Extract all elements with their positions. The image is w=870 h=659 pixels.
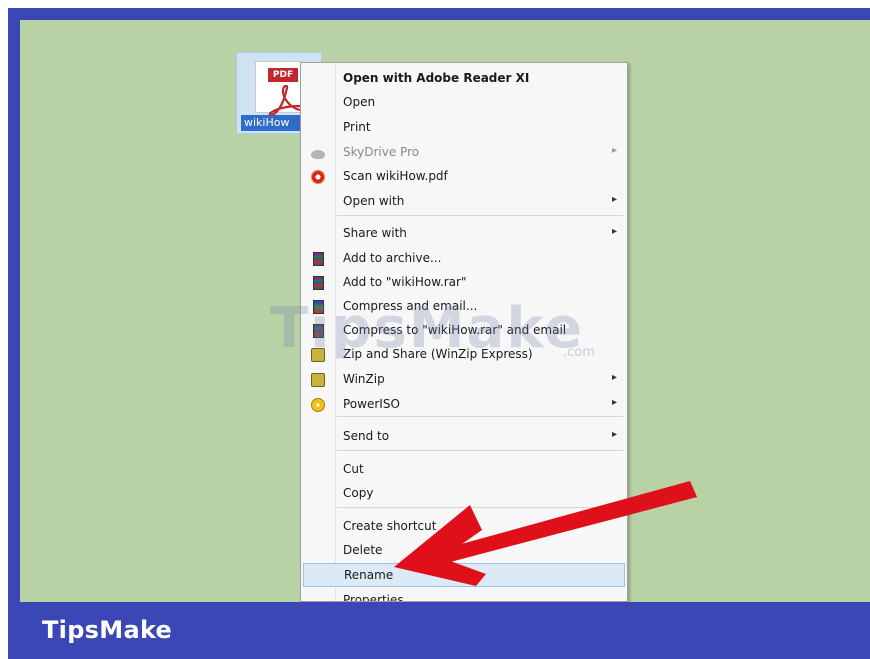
- menu-item-label: Send to: [343, 429, 390, 443]
- menu-item-label: Open with: [343, 194, 405, 208]
- menu-item-open[interactable]: Open: [303, 91, 625, 115]
- poweriso-icon: [311, 398, 325, 412]
- menu-item-add-to-wikihow-rar[interactable]: Add to "wikiHow.rar": [303, 271, 625, 295]
- menu-item-properties[interactable]: Properties: [303, 589, 625, 602]
- menu-item-label: Create shortcut: [343, 519, 437, 533]
- footer-brand-logo: TipsMake: [42, 616, 173, 644]
- submenu-arrow-icon: ▸: [611, 226, 617, 237]
- menu-item-rename[interactable]: Rename: [303, 563, 625, 587]
- menu-item-share-with[interactable]: Share with ▸: [303, 222, 625, 246]
- menu-item-poweriso[interactable]: PowerISO ▸: [303, 393, 625, 417]
- menu-item-copy[interactable]: Copy: [303, 482, 625, 506]
- scan-icon: [311, 170, 325, 184]
- menu-item-label: Add to archive...: [343, 251, 442, 265]
- pdf-file-icon: PDF: [255, 61, 306, 116]
- pdf-badge: PDF: [268, 68, 298, 82]
- menu-item-label: Delete: [343, 543, 383, 557]
- menu-item-create-shortcut[interactable]: Create shortcut: [303, 515, 625, 539]
- menu-item-label: Copy: [343, 486, 374, 500]
- screenshot-frame: PDF wikiHow Open with Adobe Reader XI Ope…: [0, 0, 870, 659]
- submenu-arrow-icon: ▸: [611, 372, 617, 383]
- menu-separator: [337, 450, 623, 451]
- menu-item-label: Add to "wikiHow.rar": [343, 275, 467, 289]
- menu-item-label: Open with Adobe Reader XI: [343, 71, 530, 85]
- menu-item-send-to[interactable]: Send to ▸: [303, 425, 625, 449]
- menu-item-open-with[interactable]: Open with ▸: [303, 190, 625, 214]
- menu-item-label: Open: [343, 95, 376, 109]
- menu-item-scan-wikihow-pdf[interactable]: Scan wikiHow.pdf: [303, 165, 625, 189]
- menu-separator: [337, 215, 623, 216]
- frame-border-left: [8, 8, 20, 608]
- menu-item-winzip[interactable]: WinZip ▸: [303, 368, 625, 392]
- menu-item-label: Cut: [343, 462, 364, 476]
- submenu-arrow-icon: ▸: [611, 145, 617, 156]
- menu-separator: [337, 507, 623, 508]
- menu-item-cut[interactable]: Cut: [303, 458, 625, 482]
- menu-item-label: PowerISO: [343, 397, 400, 411]
- menu-item-label: SkyDrive Pro: [343, 145, 420, 159]
- watermark-suffix: .com: [563, 345, 595, 360]
- menu-item-print[interactable]: Print: [303, 116, 625, 140]
- rar-icon: [313, 276, 324, 290]
- menu-item-skydrive-pro[interactable]: SkyDrive Pro ▸: [303, 141, 625, 165]
- footer-bar: TipsMake: [8, 602, 870, 659]
- menu-item-label: Scan wikiHow.pdf: [343, 169, 448, 183]
- frame-border-top: [8, 8, 870, 20]
- menu-item-label: Print: [343, 120, 371, 134]
- winzip-icon: [311, 373, 325, 387]
- menu-item-add-to-archive[interactable]: Add to archive...: [303, 247, 625, 271]
- menu-item-label: Properties: [343, 593, 404, 602]
- submenu-arrow-icon: ▸: [611, 397, 617, 408]
- watermark-text: TipsMake: [270, 296, 585, 361]
- cloud-icon: [311, 150, 325, 159]
- menu-item-label: WinZip: [343, 372, 385, 386]
- menu-item-label: Rename: [344, 568, 394, 582]
- menu-item-delete[interactable]: Delete: [303, 539, 625, 563]
- submenu-arrow-icon: ▸: [611, 194, 617, 205]
- menu-item-label: Share with: [343, 226, 407, 240]
- menu-item-open-with-adobe-reader-xi[interactable]: Open with Adobe Reader XI: [303, 67, 625, 91]
- submenu-arrow-icon: ▸: [611, 429, 617, 440]
- rar-icon: [313, 252, 324, 266]
